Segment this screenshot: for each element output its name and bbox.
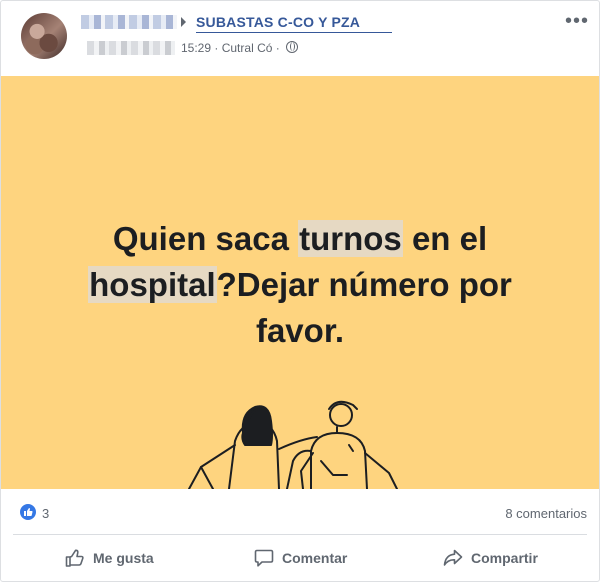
post-location[interactable]: Cutral Có — [222, 41, 273, 55]
author-sub-blurred — [87, 41, 175, 55]
post-text-part: en el — [402, 220, 488, 257]
reactions-bar: 3 8 comentarios — [1, 495, 599, 531]
arrow-right-icon — [181, 17, 186, 27]
comments-count[interactable]: 8 comentarios — [505, 506, 587, 521]
like-thumb-icon — [65, 549, 84, 567]
post-text-highlight: turnos — [298, 220, 403, 257]
comment-button[interactable]: Comentar — [254, 538, 347, 578]
share-arrow-icon — [443, 549, 463, 566]
share-button-label: Compartir — [471, 550, 538, 566]
post-time[interactable]: 15:29 — [181, 41, 211, 55]
share-button[interactable]: Compartir — [443, 538, 538, 578]
post-text-highlight: hospital — [88, 266, 217, 303]
like-count[interactable]: 3 — [42, 506, 49, 521]
avatar[interactable] — [21, 13, 67, 59]
group-name-underline — [196, 32, 392, 33]
group-name-link[interactable]: SUBASTAS C-CO Y PZA — [196, 12, 360, 32]
meta-separator: · — [275, 41, 280, 55]
author-name-blurred[interactable] — [81, 15, 177, 29]
post-text-part: Quien saca — [112, 220, 299, 257]
like-button-label: Me gusta — [93, 550, 154, 566]
like-reaction-icon[interactable] — [20, 504, 36, 520]
people-illustration — [188, 400, 398, 489]
divider — [13, 534, 587, 535]
post-card: SUBASTAS C-CO Y PZA 15:29 · Cutral Có · … — [0, 0, 600, 582]
meta-separator: · — [214, 41, 219, 55]
post-meta: 15:29 · Cutral Có · — [181, 39, 299, 57]
like-button[interactable]: Me gusta — [65, 538, 154, 578]
post-header: SUBASTAS C-CO Y PZA 15:29 · Cutral Có · … — [1, 1, 599, 75]
post-text-part: ?Dejar número por favor. — [216, 266, 512, 349]
post-background: Quien saca turnos en el hospital?Dejar n… — [1, 76, 599, 489]
comment-button-label: Comentar — [282, 550, 348, 566]
comment-bubble-icon — [254, 549, 274, 567]
more-options-icon[interactable]: ••• — [565, 11, 589, 31]
globe-icon[interactable] — [286, 41, 299, 53]
action-bar: Me gusta Comentar Compartir — [1, 538, 599, 578]
post-text: Quien saca turnos en el hospital?Dejar n… — [41, 216, 559, 354]
